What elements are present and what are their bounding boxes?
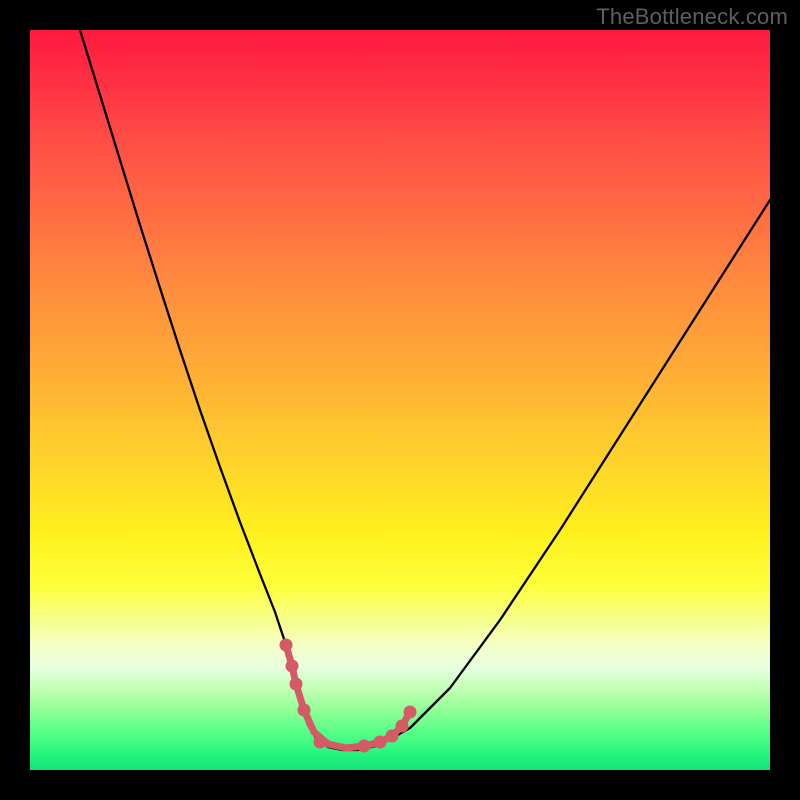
chart-frame: TheBottleneck.com: [0, 0, 800, 800]
optimal-range-dot: [286, 660, 299, 673]
optimal-range-dot: [290, 678, 303, 691]
bottleneck-curve: [80, 30, 770, 750]
optimal-range-dot: [314, 736, 327, 749]
chart-svg: [30, 30, 770, 770]
plot-area: [30, 30, 770, 770]
optimal-range-dot: [386, 730, 399, 743]
optimal-range-dot: [396, 720, 409, 733]
optimal-range-dot: [374, 736, 387, 749]
watermark-text: TheBottleneck.com: [596, 4, 788, 30]
optimal-range-dot: [358, 740, 371, 753]
optimal-range-dot: [298, 704, 311, 717]
optimal-range-dot: [404, 706, 417, 719]
optimal-range-dot: [280, 639, 293, 652]
